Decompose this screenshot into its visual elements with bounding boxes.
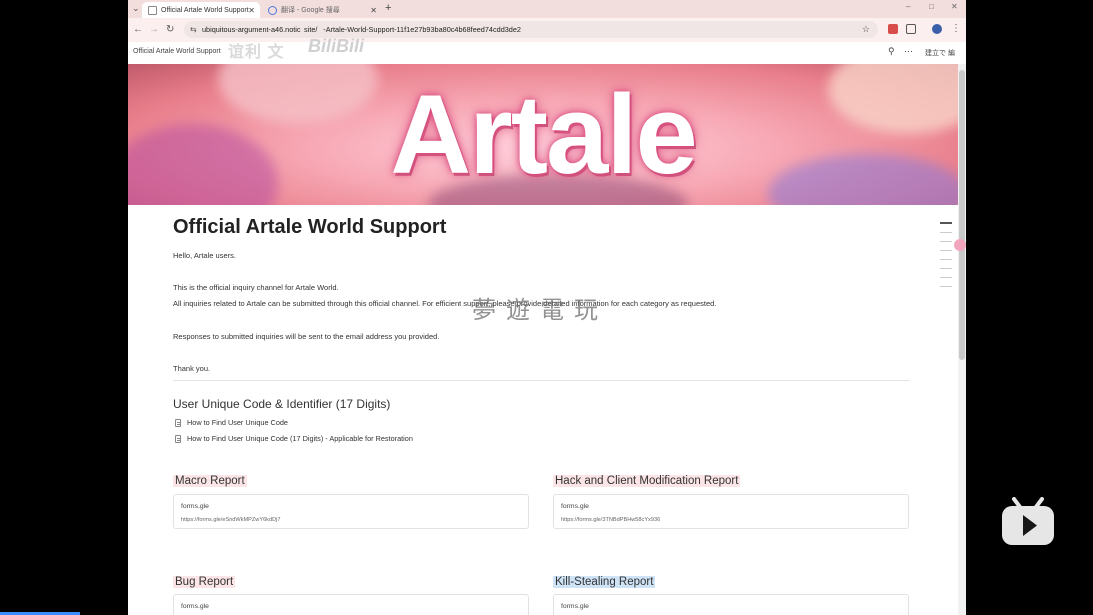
tab-artale-support[interactable]: Official Artale World Support ✕ (142, 2, 260, 18)
cover-banner: Artale (128, 64, 958, 205)
bookmark-host: forms.gle (181, 503, 209, 510)
artale-logo: Artale (390, 72, 697, 197)
link-label[interactable]: How to Find User Unique Code (17 Digits)… (187, 434, 413, 443)
bookmark-host: forms.gle (561, 603, 589, 610)
close-window-icon[interactable]: ✕ (951, 2, 958, 11)
greeting-text: Hello, Artale users. (173, 251, 236, 260)
site-info-icon[interactable]: ⇆ (190, 21, 197, 38)
bookmark-host: forms.gle (561, 503, 589, 510)
link-find-unique-code-17[interactable]: How to Find User Unique Code (17 Digits)… (175, 434, 413, 443)
more-icon[interactable]: ⋯ (904, 46, 913, 57)
tab-search-icon[interactable]: ⌄ (132, 3, 140, 14)
bug-report-heading: Bug Report (173, 576, 236, 588)
new-tab-button[interactable]: + (385, 2, 391, 14)
bookmark-url: https://forms.gle/3TNBdPBHw58cYx936 (561, 517, 661, 523)
bilibili-watermark: BiliBili (308, 36, 365, 56)
video-watermark: 夢遊電玩 (472, 297, 608, 324)
page-scrollbar[interactable] (958, 64, 966, 615)
hack-report-bookmark[interactable]: forms.gle https://forms.gle/3TNBdPBHw58c… (553, 494, 909, 529)
profile-avatar-icon[interactable] (932, 24, 942, 34)
tab-google-translate[interactable]: 翻译 - Google 搜尋 ✕ (262, 2, 382, 18)
close-tab-icon[interactable]: ✕ (370, 6, 377, 15)
menu-dots-icon[interactable]: ⋮ (951, 23, 961, 34)
browser-window: ⌄ Official Artale World Support ✕ 翻译 - G… (128, 0, 966, 615)
link-label[interactable]: How to Find User Unique Code (187, 418, 288, 427)
extension-icon[interactable] (888, 24, 898, 34)
google-favicon-icon (268, 5, 277, 15)
unique-code-heading: User Unique Code & Identifier (17 Digits… (173, 397, 391, 411)
macro-report-heading: Macro Report (173, 475, 247, 487)
topbar-action-label[interactable]: 建立で 編 (925, 48, 955, 58)
extensions-puzzle-icon[interactable] (906, 24, 916, 34)
thanks-text: Thank you. (173, 364, 211, 373)
intro-line-1: This is the official inquiry channel for… (173, 283, 339, 292)
notion-favicon-icon (148, 5, 157, 15)
minimize-icon[interactable]: – (906, 2, 910, 11)
close-tab-icon[interactable]: ✕ (248, 6, 255, 15)
reload-icon[interactable]: ↻ (166, 24, 174, 35)
breadcrumb[interactable]: Official Artale World Support (133, 48, 221, 55)
page-title: Official Artale World Support (173, 216, 447, 238)
tab-title: Official Artale World Support (161, 6, 249, 14)
kill-stealing-report-bookmark[interactable]: forms.gle (553, 594, 909, 615)
bookmark-star-icon[interactable]: ☆ (862, 21, 870, 38)
bilibili-play-icon[interactable] (1001, 497, 1055, 546)
tab-strip: ⌄ Official Artale World Support ✕ 翻译 - G… (128, 0, 966, 18)
back-icon[interactable]: ← (133, 24, 143, 35)
divider (173, 380, 910, 381)
comment-indicator-icon[interactable] (954, 239, 966, 251)
macro-report-bookmark[interactable]: forms.gle https://forms.gle/eSndWkMPZwY6… (173, 494, 529, 529)
url-text: ubiquitous-argument-a46.notic site/ -Art… (202, 25, 521, 34)
overlay-watermark: 谊利 文 (228, 44, 285, 61)
table-of-contents[interactable] (940, 222, 952, 295)
maximize-icon[interactable]: □ (929, 2, 934, 11)
hack-report-heading: Hack and Client Modification Report (553, 475, 741, 487)
bookmark-host: forms.gle (181, 603, 209, 610)
forward-icon[interactable]: → (149, 24, 159, 35)
tab-title: 翻译 - Google 搜尋 (281, 7, 340, 14)
intro-line-2: All inquiries related to Artale can be s… (173, 299, 717, 308)
page-doc-icon (175, 418, 181, 427)
address-bar[interactable]: ⇆ ubiquitous-argument-a46.notic site/ -A… (184, 21, 878, 38)
notion-topbar: Official Artale World Support 谊利 文 BiliB… (128, 36, 966, 64)
page-doc-icon (175, 434, 181, 443)
bookmark-url: https://forms.gle/eSndWkMPZwY6kdDj7 (181, 517, 281, 523)
search-icon[interactable]: ⚲ (888, 46, 895, 57)
link-find-unique-code[interactable]: How to Find User Unique Code (175, 418, 288, 427)
bug-report-bookmark[interactable]: forms.gle (173, 594, 529, 615)
scrollbar-thumb[interactable] (959, 70, 965, 360)
kill-stealing-report-heading: Kill-Stealing Report (553, 576, 656, 588)
intro-line-3: Responses to submitted inquiries will be… (173, 332, 440, 341)
